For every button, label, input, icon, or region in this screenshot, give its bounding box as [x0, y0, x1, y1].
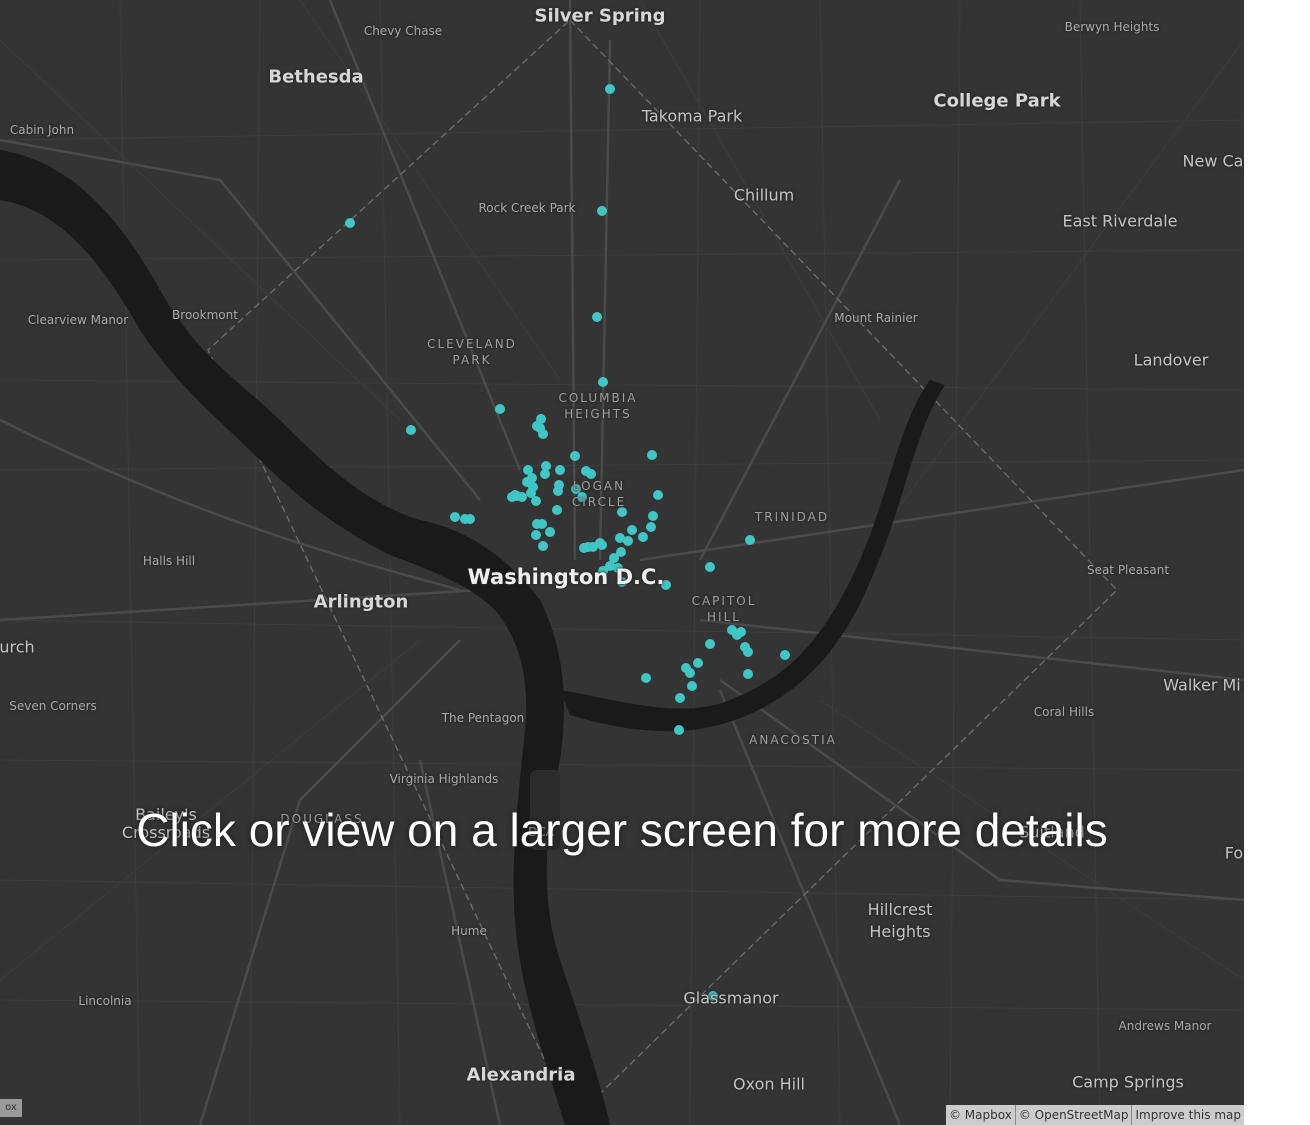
data-point[interactable]	[540, 469, 550, 479]
label-mount-rainier: Mount Rainier	[834, 311, 918, 325]
data-point[interactable]	[646, 522, 656, 532]
data-point[interactable]	[579, 543, 589, 553]
data-point[interactable]	[674, 725, 684, 735]
label-logan-circle: LOGAN CIRCLE	[571, 479, 627, 509]
data-point[interactable]	[648, 511, 658, 521]
data-point[interactable]	[693, 658, 703, 668]
data-point[interactable]	[345, 218, 355, 228]
label-silver-spring: Silver Spring	[534, 5, 666, 27]
label-virginia-highlands: Virginia Highlands	[389, 772, 499, 786]
label-college-park: College Park	[933, 90, 1061, 112]
label-berwyn-heights: Berwyn Heights	[1064, 20, 1160, 34]
data-point[interactable]	[743, 669, 753, 679]
data-point[interactable]	[592, 312, 602, 322]
data-point[interactable]	[570, 451, 580, 461]
data-point[interactable]	[647, 450, 657, 460]
data-point[interactable]	[685, 668, 695, 678]
attribution-mapbox-link[interactable]: © Mapbox	[946, 1105, 1015, 1125]
data-point[interactable]	[597, 206, 607, 216]
map-canvas[interactable]: Silver Spring Chevy Chase Berwyn Heights…	[0, 0, 1244, 1125]
label-washington-dc: Washington D.C.	[467, 565, 665, 589]
label-camp-springs: Camp Springs	[1072, 1072, 1184, 1092]
data-point[interactable]	[638, 532, 648, 542]
data-point[interactable]	[512, 491, 522, 501]
data-point[interactable]	[535, 423, 545, 433]
data-point[interactable]	[687, 681, 697, 691]
label-brookmont: Brookmont	[172, 308, 238, 322]
label-chillum: Chillum	[733, 185, 795, 205]
data-point[interactable]	[641, 673, 651, 683]
label-andrews-manor: Andrews Manor	[1118, 1019, 1212, 1033]
label-walker-mill: Walker Mi	[1163, 675, 1241, 695]
data-point[interactable]	[553, 486, 563, 496]
data-point[interactable]	[495, 404, 505, 414]
label-forest-heights: Fo	[1224, 843, 1244, 863]
data-point[interactable]	[732, 630, 742, 640]
label-new-carrollton: New Ca	[1182, 151, 1244, 171]
data-point[interactable]	[531, 496, 541, 506]
data-point[interactable]	[605, 84, 615, 94]
label-hume: Hume	[451, 924, 487, 938]
label-columbia-heights: COLUMBIA HEIGHTS	[558, 391, 638, 421]
data-point[interactable]	[653, 490, 663, 500]
label-falls-church: urch	[0, 637, 35, 657]
label-takoma-park: Takoma Park	[641, 106, 743, 126]
label-landover: Landover	[1133, 350, 1209, 370]
data-point[interactable]	[623, 536, 633, 546]
attribution-osm-link[interactable]: © OpenStreetMap	[1014, 1105, 1132, 1125]
label-cabin-john: Cabin John	[9, 123, 75, 137]
label-chevy-chase: Chevy Chase	[363, 24, 443, 38]
label-anacostia: ANACOSTIA	[749, 733, 837, 747]
label-oxon-hill: Oxon Hill	[733, 1074, 805, 1094]
label-coral-hills: Coral Hills	[1033, 705, 1095, 719]
label-clearview-manor: Clearview Manor	[27, 313, 129, 327]
label-hillcrest-heights: Hillcrest Heights	[867, 900, 933, 941]
data-point[interactable]	[545, 527, 555, 537]
data-point[interactable]	[555, 465, 565, 475]
data-point[interactable]	[552, 505, 562, 515]
label-glassmanor: Glassmanor	[683, 988, 779, 1008]
label-capitol-hill: CAPITOL HILL	[691, 594, 757, 624]
label-lincolnia: Lincolnia	[78, 994, 132, 1008]
larger-screen-prompt[interactable]: Click or view on a larger screen for mor…	[136, 803, 1107, 857]
label-alexandria: Alexandria	[466, 1064, 576, 1086]
label-rock-creek-park: Rock Creek Park	[478, 201, 576, 215]
data-point[interactable]	[537, 519, 547, 529]
improve-map-link[interactable]: Improve this map	[1131, 1105, 1244, 1125]
label-cleveland-park: CLEVELAND PARK	[427, 337, 517, 367]
data-point[interactable]	[780, 650, 790, 660]
data-point[interactable]	[675, 693, 685, 703]
data-point[interactable]	[406, 425, 416, 435]
data-point[interactable]	[745, 535, 755, 545]
data-point[interactable]	[743, 647, 753, 657]
label-arlington: Arlington	[313, 591, 409, 613]
label-east-riverdale: East Riverdale	[1062, 211, 1178, 231]
label-seven-corners: Seven Corners	[9, 699, 97, 713]
data-point[interactable]	[597, 540, 607, 550]
data-point[interactable]	[531, 530, 541, 540]
label-the-pentagon: The Pentagon	[441, 711, 525, 725]
data-point[interactable]	[465, 514, 475, 524]
label-seat-pleasant: Seat Pleasant	[1086, 563, 1170, 577]
data-point[interactable]	[705, 562, 715, 572]
data-point[interactable]	[598, 377, 608, 387]
label-bethesda: Bethesda	[268, 66, 364, 88]
data-point[interactable]	[538, 541, 548, 551]
mapbox-logo[interactable]: ox	[0, 1099, 22, 1117]
label-halls-hill: Halls Hill	[142, 554, 196, 568]
label-trinidad: TRINIDAD	[754, 510, 830, 524]
map-attribution: © Mapbox © OpenStreetMap Improve this ma…	[945, 1105, 1244, 1125]
potomac-river	[0, 150, 610, 1125]
data-point[interactable]	[705, 639, 715, 649]
data-point[interactable]	[450, 512, 460, 522]
data-point[interactable]	[627, 525, 637, 535]
